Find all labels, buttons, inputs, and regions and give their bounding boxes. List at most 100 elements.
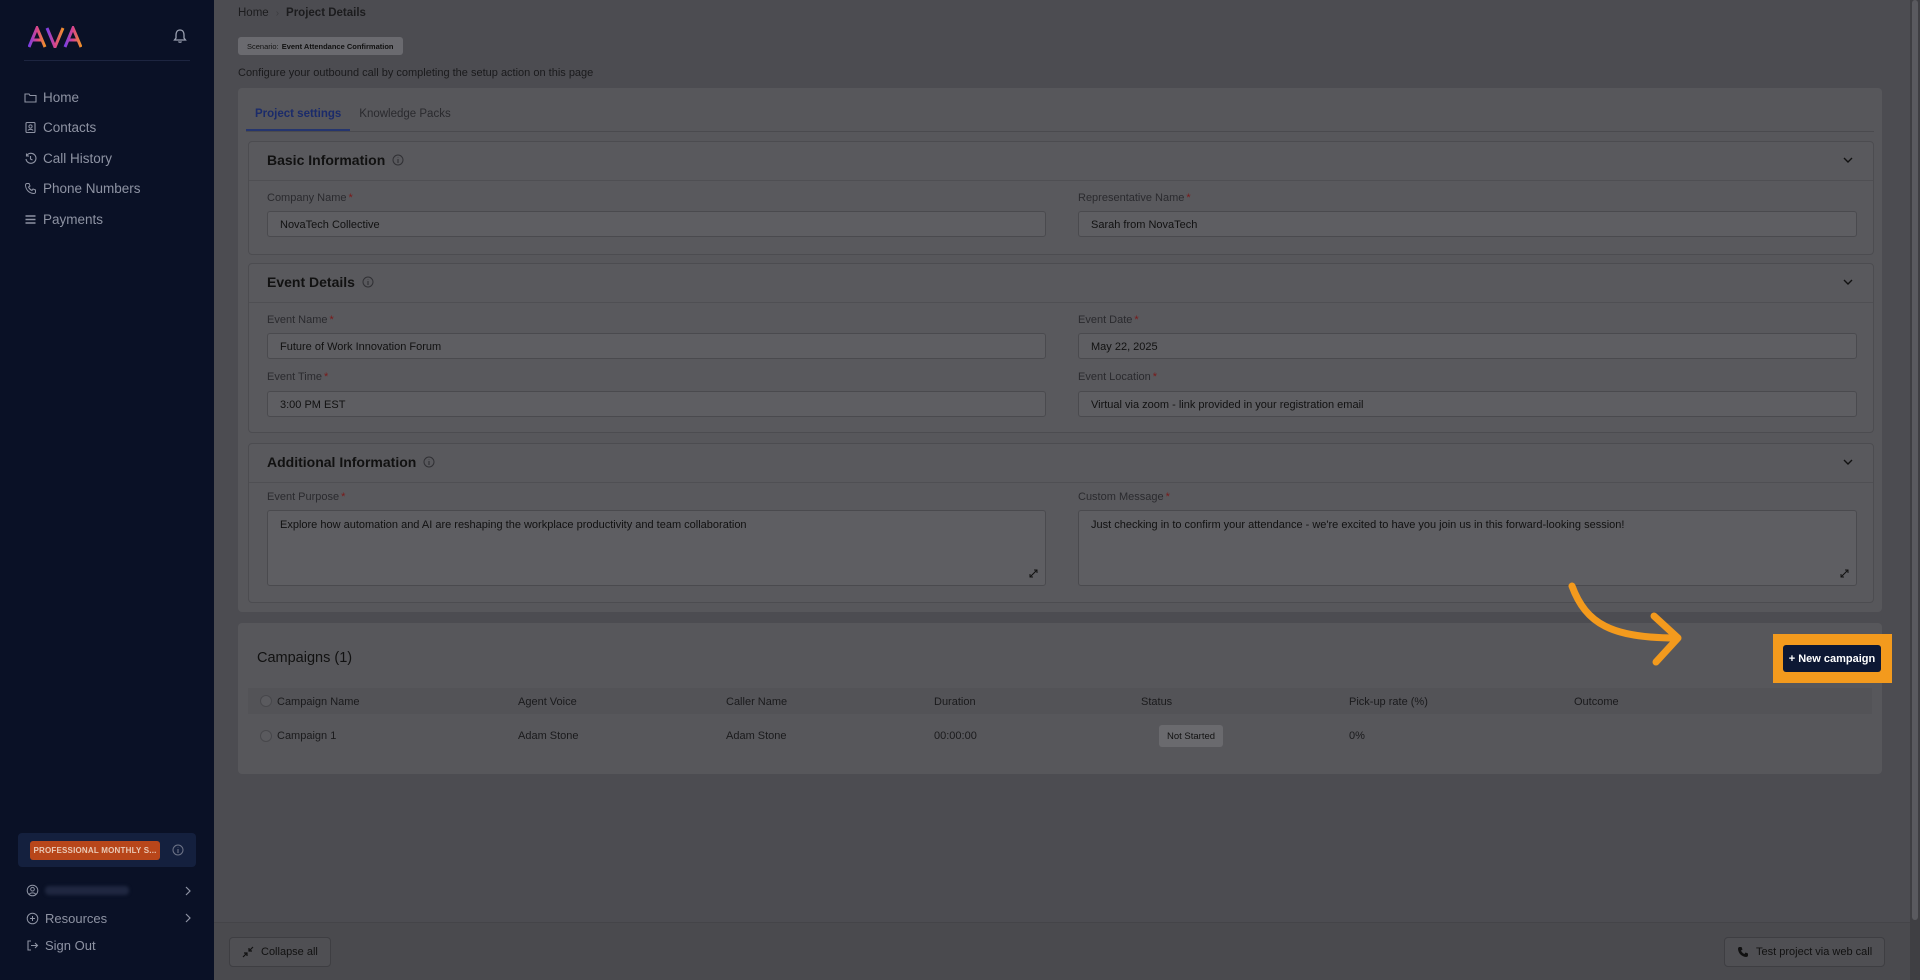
section-title: Additional Information xyxy=(267,454,417,470)
scrollbar-thumb[interactable] xyxy=(1912,0,1918,920)
user-circle-icon xyxy=(26,884,39,897)
contacts-icon xyxy=(25,122,36,134)
chevron-down-icon[interactable] xyxy=(1843,157,1853,164)
table-header: Campaign Name Agent Voice Caller Name Du… xyxy=(248,688,1872,714)
breadcrumb: Home › Project Details xyxy=(238,7,366,19)
select-all-checkbox[interactable] xyxy=(260,695,272,707)
tab-knowledge-packs[interactable]: Knowledge Packs xyxy=(350,108,459,131)
expand-icon[interactable] xyxy=(1840,569,1849,578)
row-checkbox[interactable] xyxy=(260,730,272,742)
tab-bar: Project settings Knowledge Packs xyxy=(246,88,1874,132)
info-icon[interactable] xyxy=(172,844,184,856)
status-badge: Not Started xyxy=(1159,725,1224,747)
sign-out-icon xyxy=(27,940,39,951)
additional-information-section: Additional Information Event Purpose * Ex… xyxy=(248,443,1874,603)
sidebar-item-payments[interactable]: Payments xyxy=(24,204,194,235)
event-purpose-value: Explore how automation and AI are reshap… xyxy=(280,519,747,531)
info-icon[interactable] xyxy=(362,276,374,288)
column-header[interactable]: Outcome xyxy=(1574,696,1619,708)
test-web-call-button[interactable]: Test project via web call xyxy=(1724,937,1886,967)
section-header[interactable]: Event Details xyxy=(267,274,374,290)
column-header[interactable]: Duration xyxy=(934,696,976,708)
sidebar-item-phone-numbers[interactable]: Phone Numbers xyxy=(24,174,194,205)
section-divider xyxy=(249,180,1873,181)
event-location-input[interactable]: Virtual via zoom - link provided in your… xyxy=(1078,391,1857,417)
sidebar-item-home[interactable]: Home xyxy=(24,82,194,113)
ava-logo[interactable] xyxy=(28,26,82,48)
scenario-label: Scenario: xyxy=(247,41,279,51)
sign-out-button[interactable]: Sign Out xyxy=(26,932,192,960)
representative-name-input[interactable]: Sarah from NovaTech xyxy=(1078,211,1857,237)
custom-message-value: Just checking in to confirm your attenda… xyxy=(1091,519,1625,531)
sidebar-item-label: Payments xyxy=(43,211,104,227)
sidebar-item-label: Phone Numbers xyxy=(43,181,141,197)
plan-box: PROFESSIONAL MONTHLY S... xyxy=(18,833,196,867)
campaign-name-cell[interactable]: Campaign 1 xyxy=(277,730,336,742)
account-name-blurred xyxy=(45,886,129,896)
company-name-label: Company Name * xyxy=(267,192,353,204)
section-header[interactable]: Basic Information xyxy=(267,152,404,168)
sidebar-item-label: Home xyxy=(43,89,80,105)
collapse-all-button[interactable]: Collapse all xyxy=(229,937,331,967)
new-campaign-button[interactable]: + New campaign xyxy=(1783,645,1881,672)
resources-label: Resources xyxy=(45,910,108,926)
phone-icon xyxy=(24,183,36,195)
settings-panel: Project settings Knowledge Packs Basic I… xyxy=(238,88,1882,612)
event-time-input[interactable]: 3:00 PM EST xyxy=(267,391,1046,417)
caller-name-cell: Adam Stone xyxy=(726,730,787,742)
table-row[interactable]: Campaign 1 Adam Stone Adam Stone 00:00:0… xyxy=(248,721,1872,751)
plan-badge[interactable]: PROFESSIONAL MONTHLY S... xyxy=(30,840,160,860)
column-header[interactable]: Campaign Name xyxy=(277,696,360,708)
scenario-value: Event Attendance Confirmation xyxy=(281,41,394,51)
wallet-icon xyxy=(25,215,36,224)
chevron-down-icon[interactable] xyxy=(1843,279,1853,286)
event-date-input[interactable]: May 22, 2025 xyxy=(1078,333,1857,359)
resources-menu[interactable]: Resources xyxy=(26,905,192,933)
section-header[interactable]: Additional Information xyxy=(267,454,435,470)
column-header[interactable]: Agent Voice xyxy=(518,696,577,708)
sidebar-item-label: Call History xyxy=(43,150,113,166)
chevron-down-icon[interactable] xyxy=(1843,459,1853,466)
collapse-icon xyxy=(242,946,254,958)
bell-icon[interactable] xyxy=(172,28,188,44)
sidebar-bottom-nav: Resources Sign Out xyxy=(26,877,192,960)
tab-project-settings[interactable]: Project settings xyxy=(246,108,351,131)
custom-message-label: Custom Message * xyxy=(1078,491,1170,503)
sidebar-item-contacts[interactable]: Contacts xyxy=(24,113,194,144)
account-menu[interactable] xyxy=(26,877,192,905)
page-subtitle: Configure your outbound call by completi… xyxy=(238,67,594,79)
scenario-badge: Scenario: Event Attendance Confirmation xyxy=(238,37,403,55)
expand-icon[interactable] xyxy=(1029,569,1038,578)
main-content: Home › Project Details Scenario: Event A… xyxy=(214,0,1920,980)
custom-message-textarea[interactable]: Just checking in to confirm your attenda… xyxy=(1078,510,1857,586)
chevron-right-icon xyxy=(185,886,191,896)
company-name-input[interactable]: NovaTech Collective xyxy=(267,211,1046,237)
representative-name-label: Representative Name * xyxy=(1078,192,1191,204)
info-icon[interactable] xyxy=(423,456,435,468)
sidebar-nav: Home Contacts Call History Phone Numbers… xyxy=(24,82,194,235)
info-icon[interactable] xyxy=(392,154,404,166)
resources-icon xyxy=(26,912,39,925)
event-name-label: Event Name * xyxy=(267,314,334,326)
column-header[interactable]: Caller Name xyxy=(726,696,787,708)
event-purpose-label: Event Purpose * xyxy=(267,491,346,503)
section-title: Basic Information xyxy=(267,152,386,168)
duration-cell: 00:00:00 xyxy=(934,730,977,742)
sidebar-item-call-history[interactable]: Call History xyxy=(24,143,194,174)
sidebar-divider xyxy=(24,60,190,61)
event-name-input[interactable]: Future of Work Innovation Forum xyxy=(267,333,1046,359)
event-purpose-textarea[interactable]: Explore how automation and AI are reshap… xyxy=(267,510,1046,586)
basic-information-section: Basic Information Company Name * NovaTech… xyxy=(248,141,1874,255)
event-location-label: Event Location * xyxy=(1078,371,1158,383)
column-header[interactable]: Pick-up rate (%) xyxy=(1349,696,1428,708)
chevron-right-icon xyxy=(185,913,191,923)
sidebar-item-label: Contacts xyxy=(43,120,97,136)
annotation-arrow-icon xyxy=(1568,582,1682,666)
column-header[interactable]: Status xyxy=(1141,696,1172,708)
breadcrumb-home[interactable]: Home xyxy=(238,7,269,19)
history-icon xyxy=(25,152,37,164)
sidebar: Home Contacts Call History Phone Numbers… xyxy=(0,0,214,980)
scrollbar[interactable] xyxy=(1910,0,1920,980)
agent-voice-cell: Adam Stone xyxy=(518,730,579,742)
sign-out-label: Sign Out xyxy=(45,938,96,954)
